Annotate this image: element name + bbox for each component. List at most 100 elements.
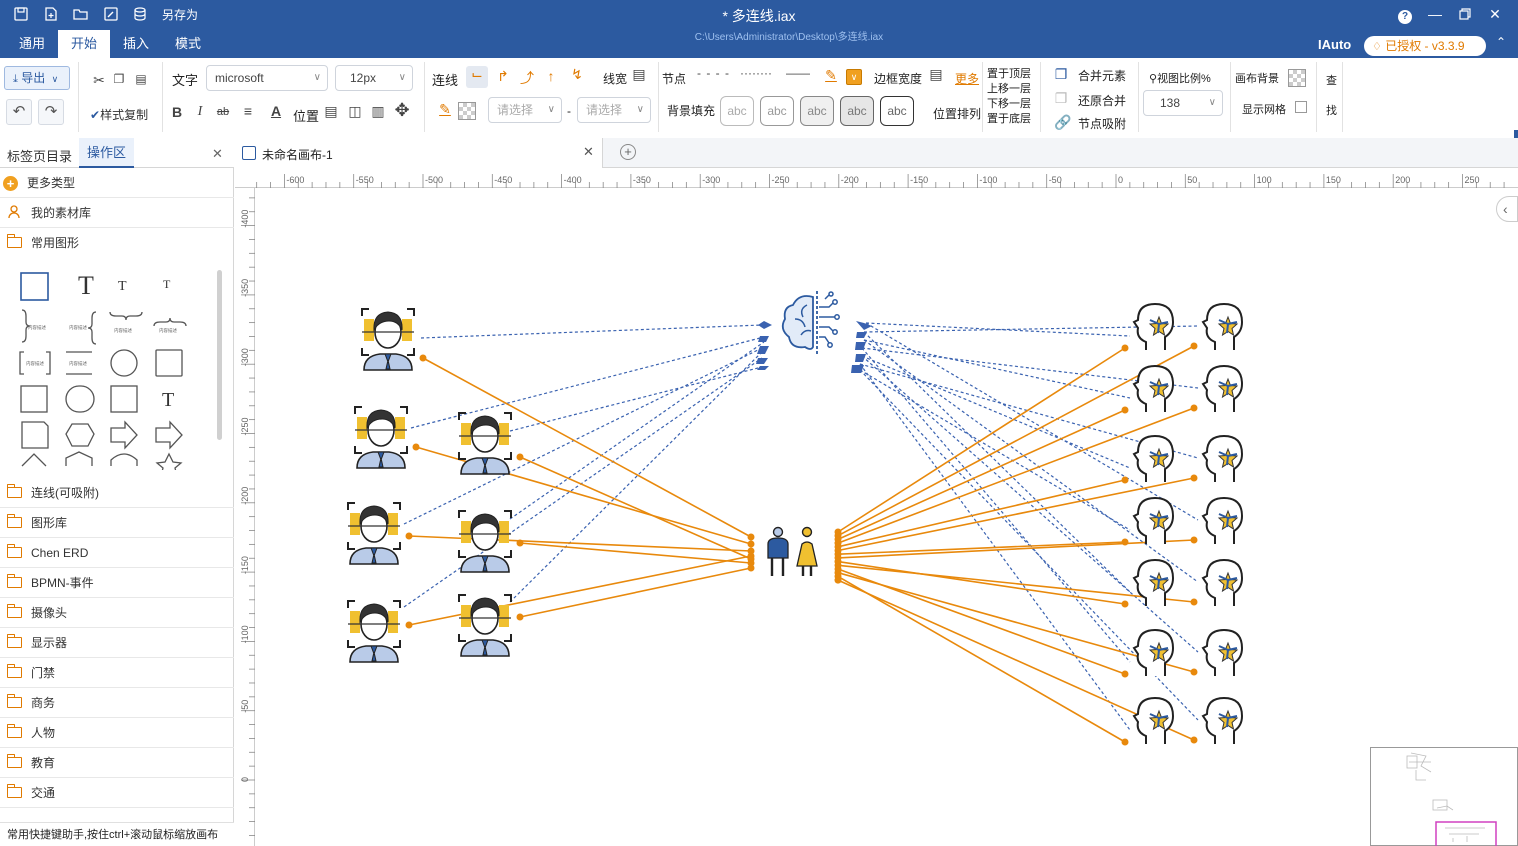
connector-elbow-icon[interactable]: ⌙ [466, 66, 488, 88]
head-idea-icon[interactable] [1202, 435, 1243, 483]
brain-icon[interactable] [781, 291, 840, 355]
style-preset-1[interactable]: abc [720, 96, 754, 126]
head-idea-icon[interactable] [1133, 365, 1174, 413]
canvas-bg-swatch[interactable] [1288, 69, 1306, 87]
bold-button[interactable]: B [168, 104, 186, 120]
head-idea-icon[interactable] [1133, 435, 1174, 483]
bring-to-front[interactable]: 置于顶层 [987, 65, 1031, 81]
menu-start[interactable]: 开始 [58, 30, 111, 58]
head-idea-icon[interactable] [1202, 559, 1243, 607]
connector-endpoint[interactable] [1190, 736, 1198, 744]
paste-icon[interactable]: ▤ [132, 72, 150, 86]
orange-connector[interactable] [837, 575, 1126, 743]
style-preset-5[interactable]: abc [880, 96, 914, 126]
right-panel-toggle[interactable]: ‹ [1496, 196, 1518, 222]
send-backward[interactable]: 下移一层 [987, 95, 1031, 111]
category-row[interactable]: 图形库 [0, 508, 234, 538]
head-idea-icon[interactable] [1133, 629, 1174, 677]
merge-button[interactable]: 合并元素 [1078, 67, 1126, 84]
send-to-back[interactable]: 置于底层 [987, 110, 1031, 126]
head-idea-icon[interactable] [1202, 629, 1243, 677]
bring-forward[interactable]: 上移一层 [987, 80, 1031, 96]
license-badge[interactable]: ♢ 已授权 - v3.3.9 [1364, 36, 1486, 56]
strikethrough-button[interactable]: ab [214, 106, 232, 118]
connector-endpoint[interactable] [1121, 670, 1129, 678]
common-shapes-row[interactable]: 常用图形 [0, 228, 234, 258]
zoom-select[interactable]: 138 ∨ [1143, 90, 1223, 116]
more-link[interactable]: 更多 [955, 70, 979, 87]
connector-endpoint[interactable] [747, 564, 755, 572]
connector-endpoint[interactable] [1190, 474, 1198, 482]
close-panel-icon[interactable]: ✕ [212, 146, 223, 162]
face-recognition-person-icon[interactable] [347, 502, 401, 565]
node-dash-style[interactable]: - - - - [697, 66, 730, 80]
italic-button[interactable]: I [191, 104, 209, 120]
node-dot-style[interactable]: ········ [740, 66, 772, 80]
font-size-select[interactable]: 12px ∨ [335, 65, 413, 91]
style-preset-3[interactable]: abc [800, 96, 834, 126]
font-color-button[interactable]: A [267, 103, 285, 119]
line-transparent-icon[interactable] [458, 102, 476, 120]
palette-scrollbar[interactable] [217, 270, 222, 440]
category-row[interactable]: 门禁 [0, 658, 234, 688]
connector-endpoint[interactable] [405, 621, 413, 629]
head-idea-icon[interactable] [1202, 365, 1243, 413]
face-recognition-person-icon[interactable] [354, 406, 408, 469]
add-tab-icon[interactable]: + [620, 144, 636, 160]
fill-color-swatch[interactable]: ∨ [846, 69, 862, 85]
position-button[interactable]: 位置 [293, 106, 319, 125]
show-grid-checkbox[interactable] [1295, 101, 1307, 113]
distribute-icon[interactable]: ◫ [346, 103, 364, 120]
export-button[interactable]: ⤓ 导出 ∨ [4, 66, 70, 90]
orange-connector[interactable] [408, 555, 752, 626]
head-idea-icon[interactable] [1202, 697, 1243, 745]
tab-operation-area[interactable]: 操作区 [79, 138, 135, 168]
dashed-connector[interactable] [509, 341, 765, 520]
collapse-ribbon-icon[interactable]: ⌃ [1496, 35, 1506, 49]
unmerge-button[interactable]: 还原合并 [1078, 92, 1126, 109]
find-button-bottom[interactable]: 找 [1326, 102, 1337, 118]
connector-endpoint[interactable] [1121, 600, 1129, 608]
snap-button[interactable]: 节点吸附 [1078, 115, 1126, 132]
position-arrange-button[interactable]: 位置排列 [933, 105, 981, 122]
connector-endpoint[interactable] [516, 453, 524, 461]
font-family-select[interactable]: microsoft ∨ [206, 65, 328, 91]
category-row[interactable]: BPMN-事件 [0, 568, 234, 598]
copy-icon[interactable]: ❐ [110, 72, 128, 86]
drawing-canvas[interactable] [256, 189, 1518, 846]
connector-endpoint[interactable] [516, 539, 524, 547]
head-idea-icon[interactable] [1133, 303, 1174, 351]
orange-connector[interactable] [837, 347, 1126, 533]
orange-connector[interactable] [519, 456, 752, 560]
connector-arc-icon[interactable]: ⤴ [518, 68, 536, 88]
face-recognition-person-icon[interactable] [361, 308, 415, 371]
find-button-top[interactable]: 查 [1326, 72, 1337, 88]
orange-connector[interactable] [837, 541, 1126, 555]
category-row[interactable]: 人物 [0, 718, 234, 748]
my-library-row[interactable]: 我的素材库 [0, 198, 234, 228]
more-types-row[interactable]: + 更多类型 [0, 168, 234, 198]
connector-endpoint[interactable] [1121, 738, 1129, 746]
dashed-connector[interactable] [509, 351, 763, 603]
connector-endpoint[interactable] [1121, 406, 1129, 414]
dashed-connector[interactable] [863, 339, 1131, 399]
connector-polyline-icon[interactable]: ↯ [568, 66, 586, 83]
connector-endpoint[interactable] [1190, 342, 1198, 350]
line-color-icon[interactable]: ✎ [436, 101, 454, 118]
orange-connector[interactable] [837, 560, 1126, 605]
connector-endpoint[interactable] [1121, 476, 1129, 484]
category-row[interactable]: Chen ERD [0, 538, 234, 568]
style-copy-button[interactable]: ✔样式复制 [90, 106, 148, 123]
fill-color-icon[interactable]: ✎ [822, 67, 840, 84]
dashed-connector[interactable] [861, 347, 1131, 663]
connector-endpoint[interactable] [405, 532, 413, 540]
dashed-connector[interactable] [403, 346, 765, 525]
line-style-select[interactable]: 请选择 ∨ [488, 97, 562, 123]
connector-endpoint[interactable] [419, 354, 427, 362]
minimize-button[interactable]: — [1422, 3, 1448, 25]
connector-endpoint[interactable] [516, 613, 524, 621]
dashed-connector[interactable] [509, 366, 763, 432]
connector-endpoint[interactable] [1121, 538, 1129, 546]
style-preset-2[interactable]: abc [760, 96, 794, 126]
connector-endpoint[interactable] [1190, 536, 1198, 544]
